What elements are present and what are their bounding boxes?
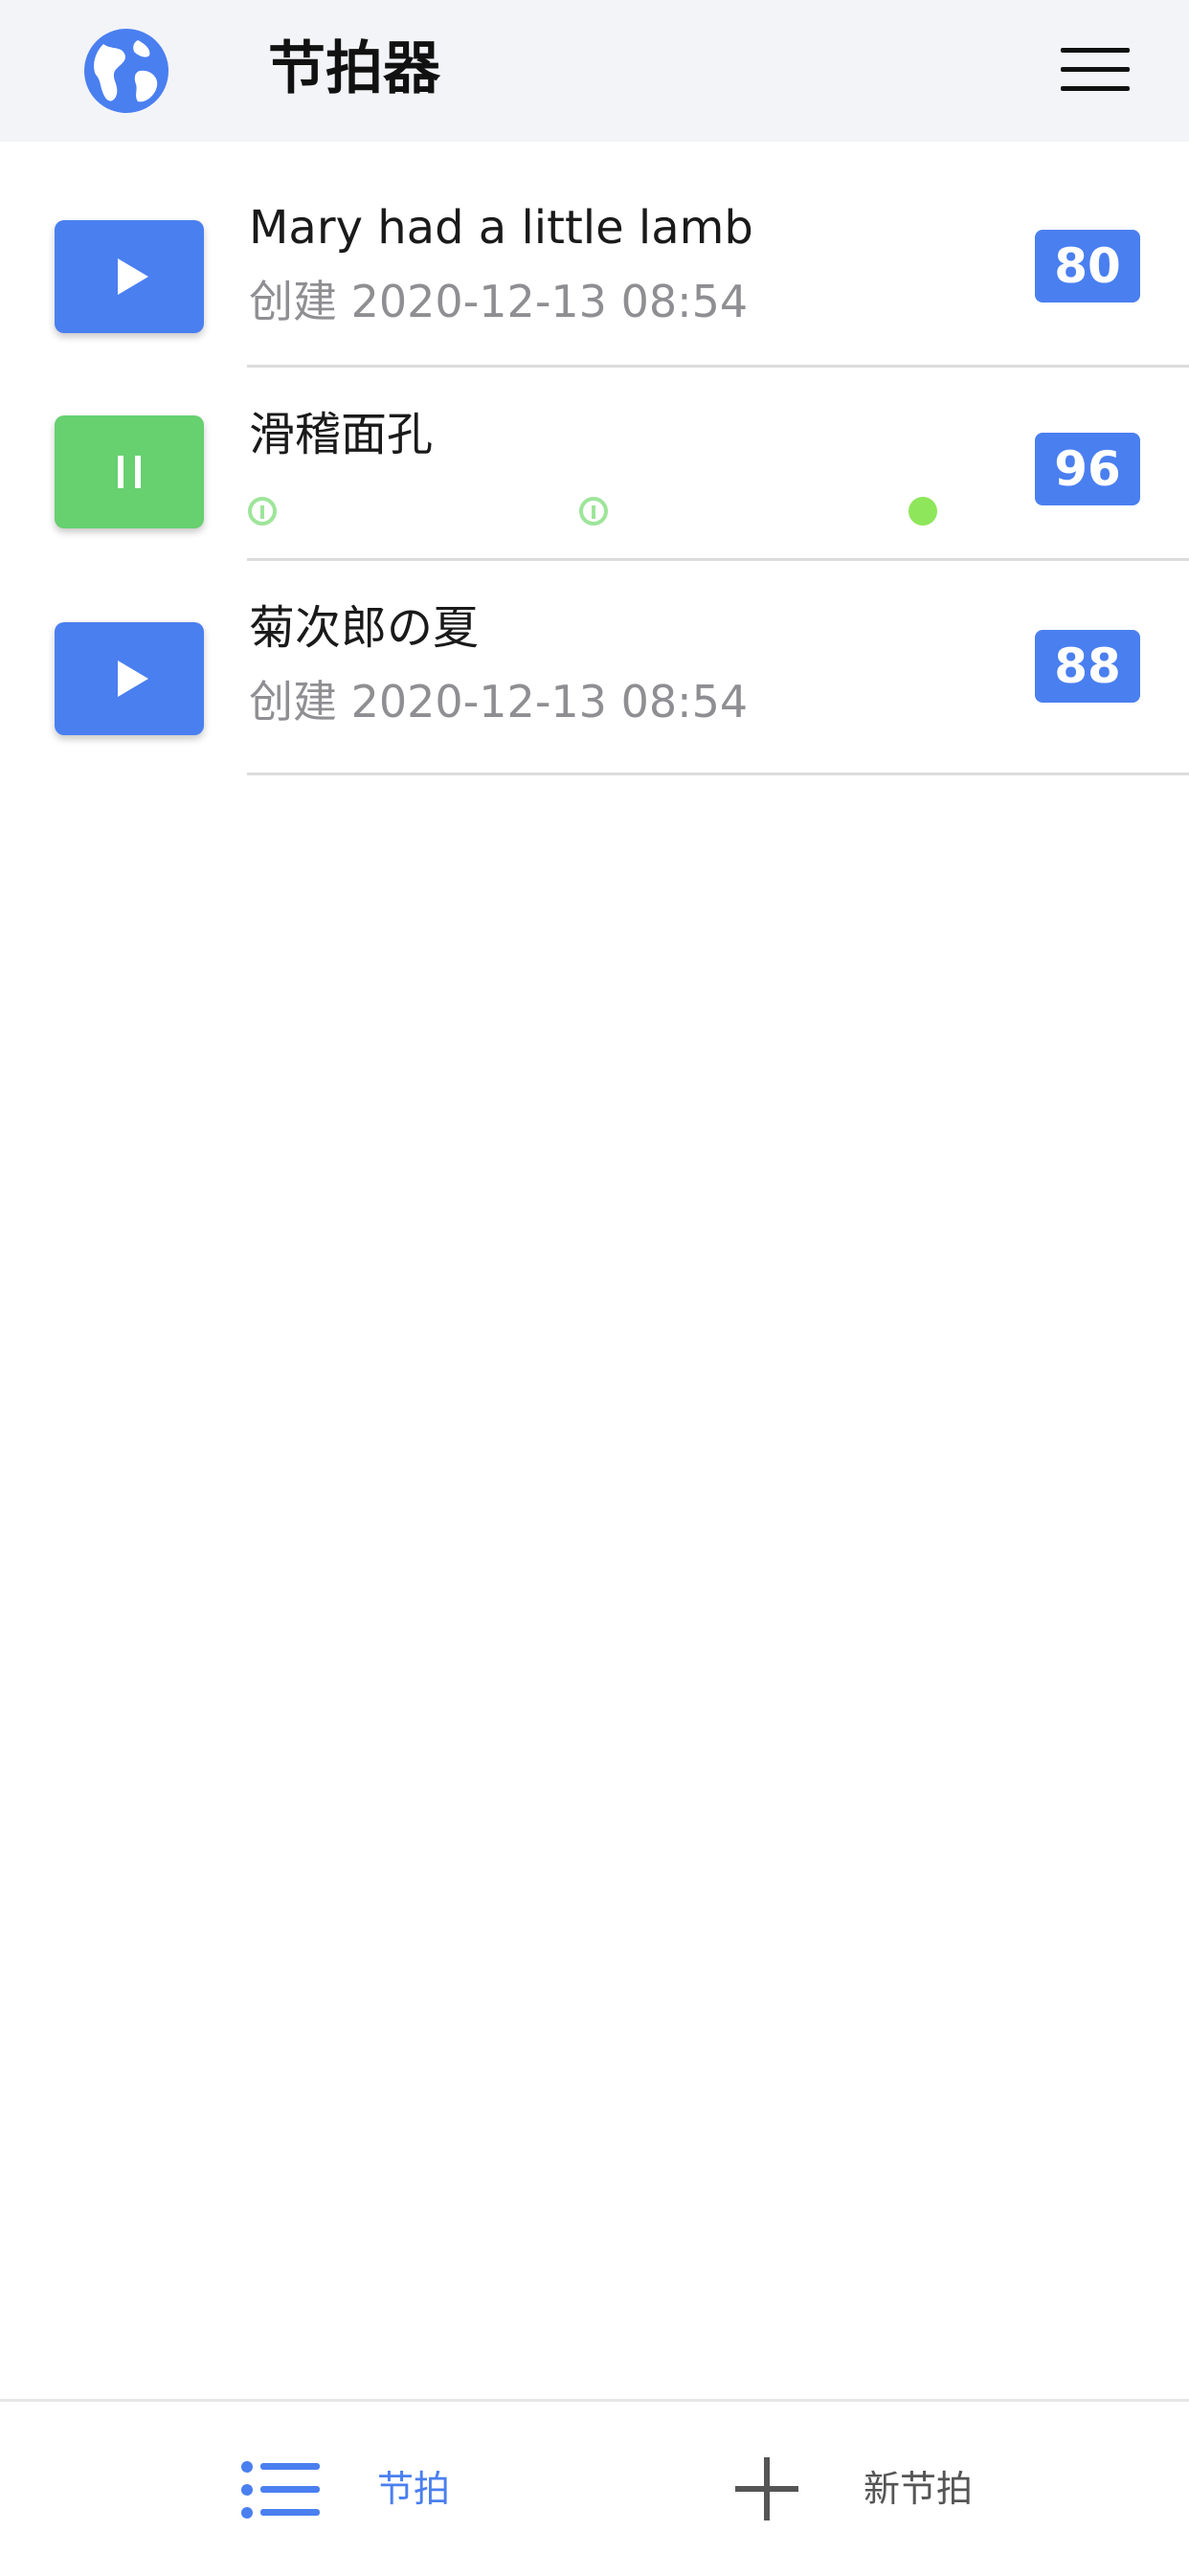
play-button[interactable] <box>55 622 204 735</box>
tab-label: 节拍 <box>377 2468 451 2510</box>
globe-icon[interactable] <box>82 27 170 115</box>
tab-label: 新节拍 <box>864 2468 974 2510</box>
list-item[interactable]: 滑稽面孔 96 <box>0 368 1189 561</box>
beat-indicator-icon <box>248 497 277 526</box>
divider <box>247 773 1189 775</box>
created-timestamp: 创建 2020-12-13 08:54 <box>249 276 749 327</box>
play-button[interactable] <box>55 220 204 333</box>
bpm-badge[interactable]: 88 <box>1035 630 1140 703</box>
plus-icon <box>735 2457 798 2520</box>
pause-icon <box>118 456 141 488</box>
list-item[interactable]: Mary had a little lamb 创建 2020-12-13 08:… <box>0 142 1189 368</box>
list-item[interactable]: 菊次郎の夏 创建 2020-12-13 08:54 88 <box>0 561 1189 775</box>
metronome-title: 滑稽面孔 <box>249 408 434 461</box>
beat-indicator-icon <box>579 497 608 526</box>
tab-new-metronome[interactable]: 新节拍 <box>708 2402 1034 2576</box>
pause-button[interactable] <box>55 415 204 528</box>
app-header: 节拍器 <box>0 0 1189 142</box>
metronome-title: Mary had a little lamb <box>249 201 753 255</box>
play-icon <box>118 258 148 295</box>
beat-active-icon <box>909 497 937 526</box>
beat-indicators <box>247 496 955 528</box>
bottom-tab-bar: 节拍 新节拍 <box>0 2399 1189 2576</box>
list-icon <box>241 2461 320 2519</box>
bpm-badge[interactable]: 80 <box>1035 230 1140 302</box>
hamburger-menu-icon[interactable] <box>1061 48 1130 92</box>
tab-metronomes[interactable]: 节拍 <box>220 2402 536 2576</box>
created-timestamp: 创建 2020-12-13 08:54 <box>249 676 749 728</box>
page-title: 节拍器 <box>268 35 440 102</box>
bpm-badge[interactable]: 96 <box>1035 433 1140 505</box>
play-icon <box>118 661 148 697</box>
metronome-title: 菊次郎の夏 <box>249 601 480 655</box>
